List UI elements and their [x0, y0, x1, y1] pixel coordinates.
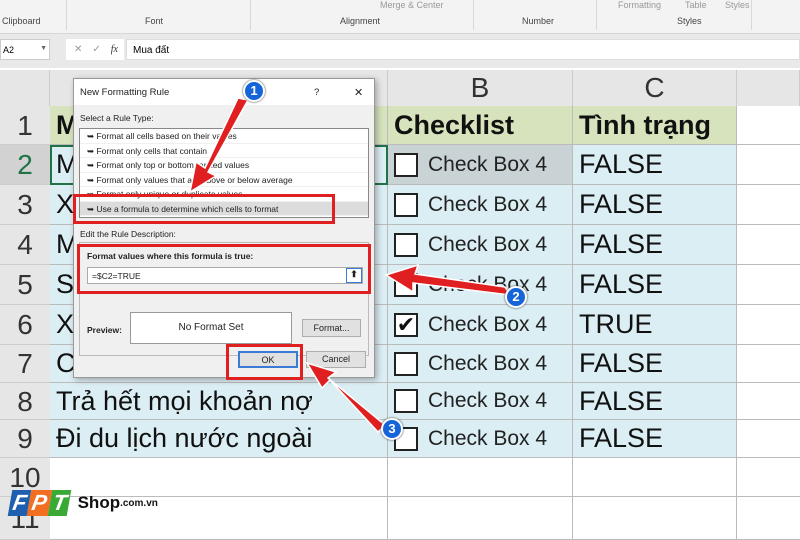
- annotation-arrows: [188, 97, 512, 434]
- arrow-3: [305, 361, 387, 434]
- fpt-shop-logo: F P T Shop .com.vn: [7, 490, 158, 516]
- step-badge-2: 2: [505, 286, 527, 308]
- logo-shop-text: Shop: [77, 493, 121, 512]
- arrow-1: [188, 97, 250, 194]
- arrow-2: [384, 263, 512, 296]
- logo-domain-text: .com.vn: [120, 497, 158, 509]
- step-badge-3: 3: [381, 418, 403, 440]
- step-badge-1: 1: [243, 80, 265, 102]
